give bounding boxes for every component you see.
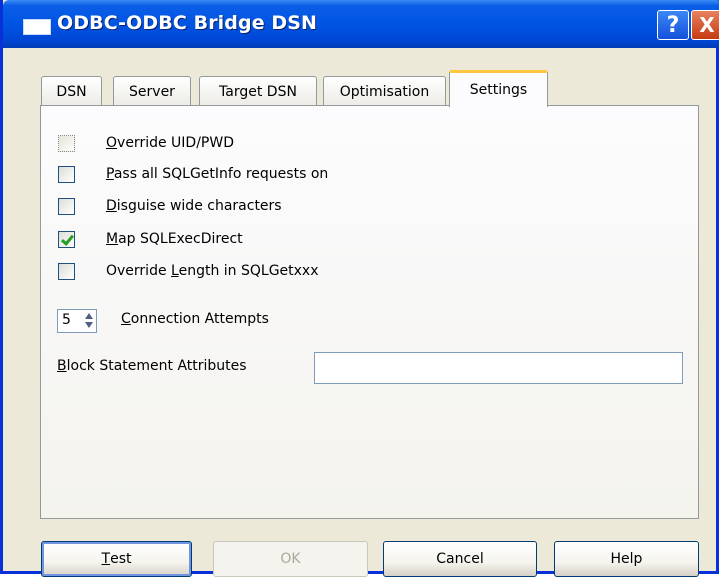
block-statement-label: Block Statement Attributes (57, 358, 247, 374)
block-statement-input[interactable] (314, 352, 683, 384)
dialog-window: ODBC-ODBC Bridge DSN ? X DSN Server Targ… (0, 0, 719, 577)
test-button[interactable]: Test (41, 541, 192, 577)
help-button[interactable]: Help (554, 541, 699, 577)
ok-button[interactable]: OK (213, 541, 368, 577)
override-length-checkbox[interactable]: Override Length in SQLGetxxx (58, 261, 319, 281)
window-title: ODBC-ODBC Bridge DSN (57, 12, 318, 34)
pass-getinfo-checkbox[interactable]: Pass all SQLGetInfo requests on (58, 164, 328, 184)
checkbox-label: Map SQLExecDirect (106, 231, 243, 247)
title-bar[interactable]: ODBC-ODBC Bridge DSN ? X (3, 0, 719, 48)
help-title-button[interactable]: ? (657, 10, 689, 40)
checkbox-box[interactable] (58, 230, 75, 248)
map-sqlexecdirect-checkbox[interactable]: Map SQLExecDirect (58, 229, 243, 249)
connection-attempts-label: Connection Attempts (121, 311, 269, 327)
checkbox-box[interactable] (58, 134, 75, 152)
close-button[interactable]: X (691, 10, 719, 40)
spinner-arrows[interactable] (83, 311, 95, 331)
checkbox-box[interactable] (58, 197, 75, 215)
tab-dsn[interactable]: DSN (41, 76, 102, 106)
tab-server[interactable]: Server (113, 76, 191, 106)
spinner-value[interactable]: 5 (62, 312, 71, 328)
override-uid-pwd-checkbox[interactable]: Override UID/PWD (58, 133, 234, 153)
settings-panel: Override UID/PWD Pass all SQLGetInfo req… (40, 105, 699, 519)
connection-attempts-spinner[interactable]: 5 (57, 309, 97, 333)
checkbox-label: Pass all SQLGetInfo requests on (106, 166, 329, 182)
tab-target-dsn[interactable]: Target DSN (199, 76, 317, 106)
spin-up-icon[interactable] (85, 313, 93, 319)
cancel-button[interactable]: Cancel (383, 541, 537, 577)
checkbox-label: Override Length in SQLGetxxx (106, 263, 319, 279)
tab-settings[interactable]: Settings (449, 70, 548, 107)
window-icon (23, 19, 51, 35)
checkbox-label: Override UID/PWD (106, 135, 234, 151)
checkbox-label: Disguise wide characters (106, 198, 282, 214)
checkbox-box[interactable] (58, 165, 75, 183)
spin-down-icon[interactable] (85, 322, 93, 328)
disguise-wide-checkbox[interactable]: Disguise wide characters (58, 196, 282, 216)
tab-optimisation[interactable]: Optimisation (323, 76, 446, 106)
checkbox-box[interactable] (58, 262, 75, 280)
